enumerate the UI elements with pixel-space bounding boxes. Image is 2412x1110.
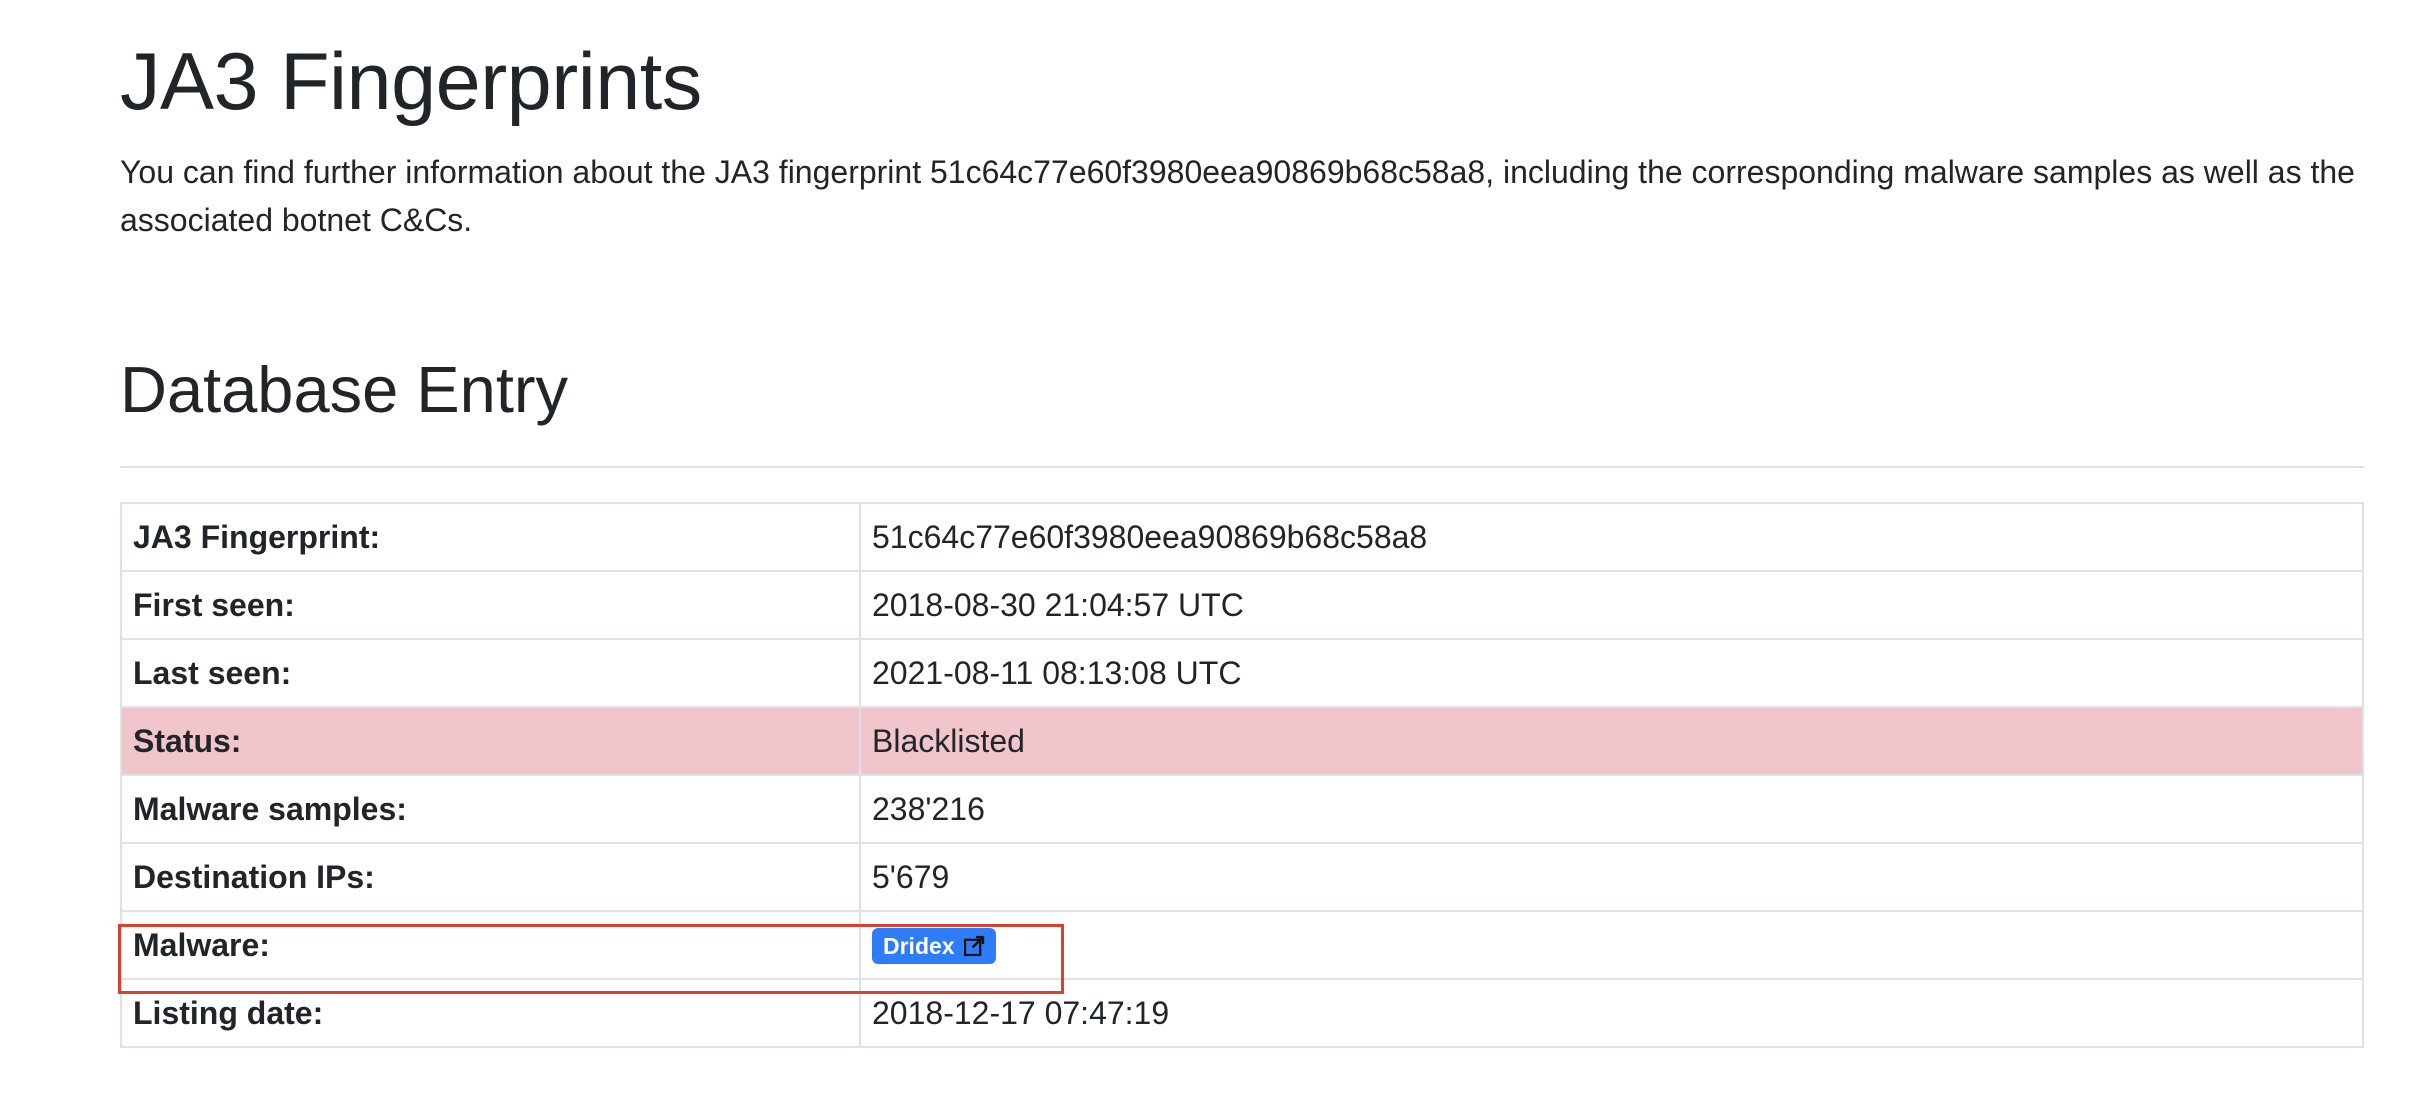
row-value: 5'679	[859, 842, 2364, 912]
table-row-malware: Malware: Dridex	[120, 910, 2364, 980]
row-value: 2021-08-11 08:13:08 UTC	[859, 638, 2364, 708]
row-label: JA3 Fingerprint:	[120, 502, 861, 572]
row-label: First seen:	[120, 570, 861, 640]
table-row-listing-date: Listing date: 2018-12-17 07:47:19	[120, 978, 2364, 1048]
malware-badge-link[interactable]: Dridex	[872, 928, 996, 965]
row-label: Status:	[120, 706, 861, 776]
table-row-malware-samples: Malware samples: 238'216	[120, 774, 2364, 844]
row-label: Listing date:	[120, 978, 861, 1048]
row-value: Dridex	[859, 910, 2364, 980]
row-label: Destination IPs:	[120, 842, 861, 912]
row-value: 2018-08-30 21:04:57 UTC	[859, 570, 2364, 640]
section-divider	[120, 466, 2364, 468]
row-label: Malware:	[120, 910, 861, 980]
table-row-ja3-fingerprint: JA3 Fingerprint: 51c64c77e60f3980eea9086…	[120, 502, 2364, 572]
intro-paragraph: You can find further information about t…	[120, 154, 2355, 238]
table-row-status: Status: Blacklisted	[120, 706, 2364, 776]
table-row-destination-ips: Destination IPs: 5'679	[120, 842, 2364, 912]
database-entry-table: JA3 Fingerprint: 51c64c77e60f3980eea9086…	[120, 502, 2364, 1048]
page-title: JA3 Fingerprints	[120, 37, 702, 127]
section-title: Database Entry	[120, 353, 569, 426]
external-link-icon	[963, 936, 984, 957]
malware-badge-label: Dridex	[883, 933, 955, 960]
row-label: Last seen:	[120, 638, 861, 708]
table-row-last-seen: Last seen: 2021-08-11 08:13:08 UTC	[120, 638, 2364, 708]
row-value: 51c64c77e60f3980eea90869b68c58a8	[859, 502, 2364, 572]
table-row-first-seen: First seen: 2018-08-30 21:04:57 UTC	[120, 570, 2364, 640]
row-value: 2018-12-17 07:47:19	[859, 978, 2364, 1048]
status-value: Blacklisted	[859, 706, 2364, 776]
row-value: 238'216	[859, 774, 2364, 844]
row-label: Malware samples:	[120, 774, 861, 844]
